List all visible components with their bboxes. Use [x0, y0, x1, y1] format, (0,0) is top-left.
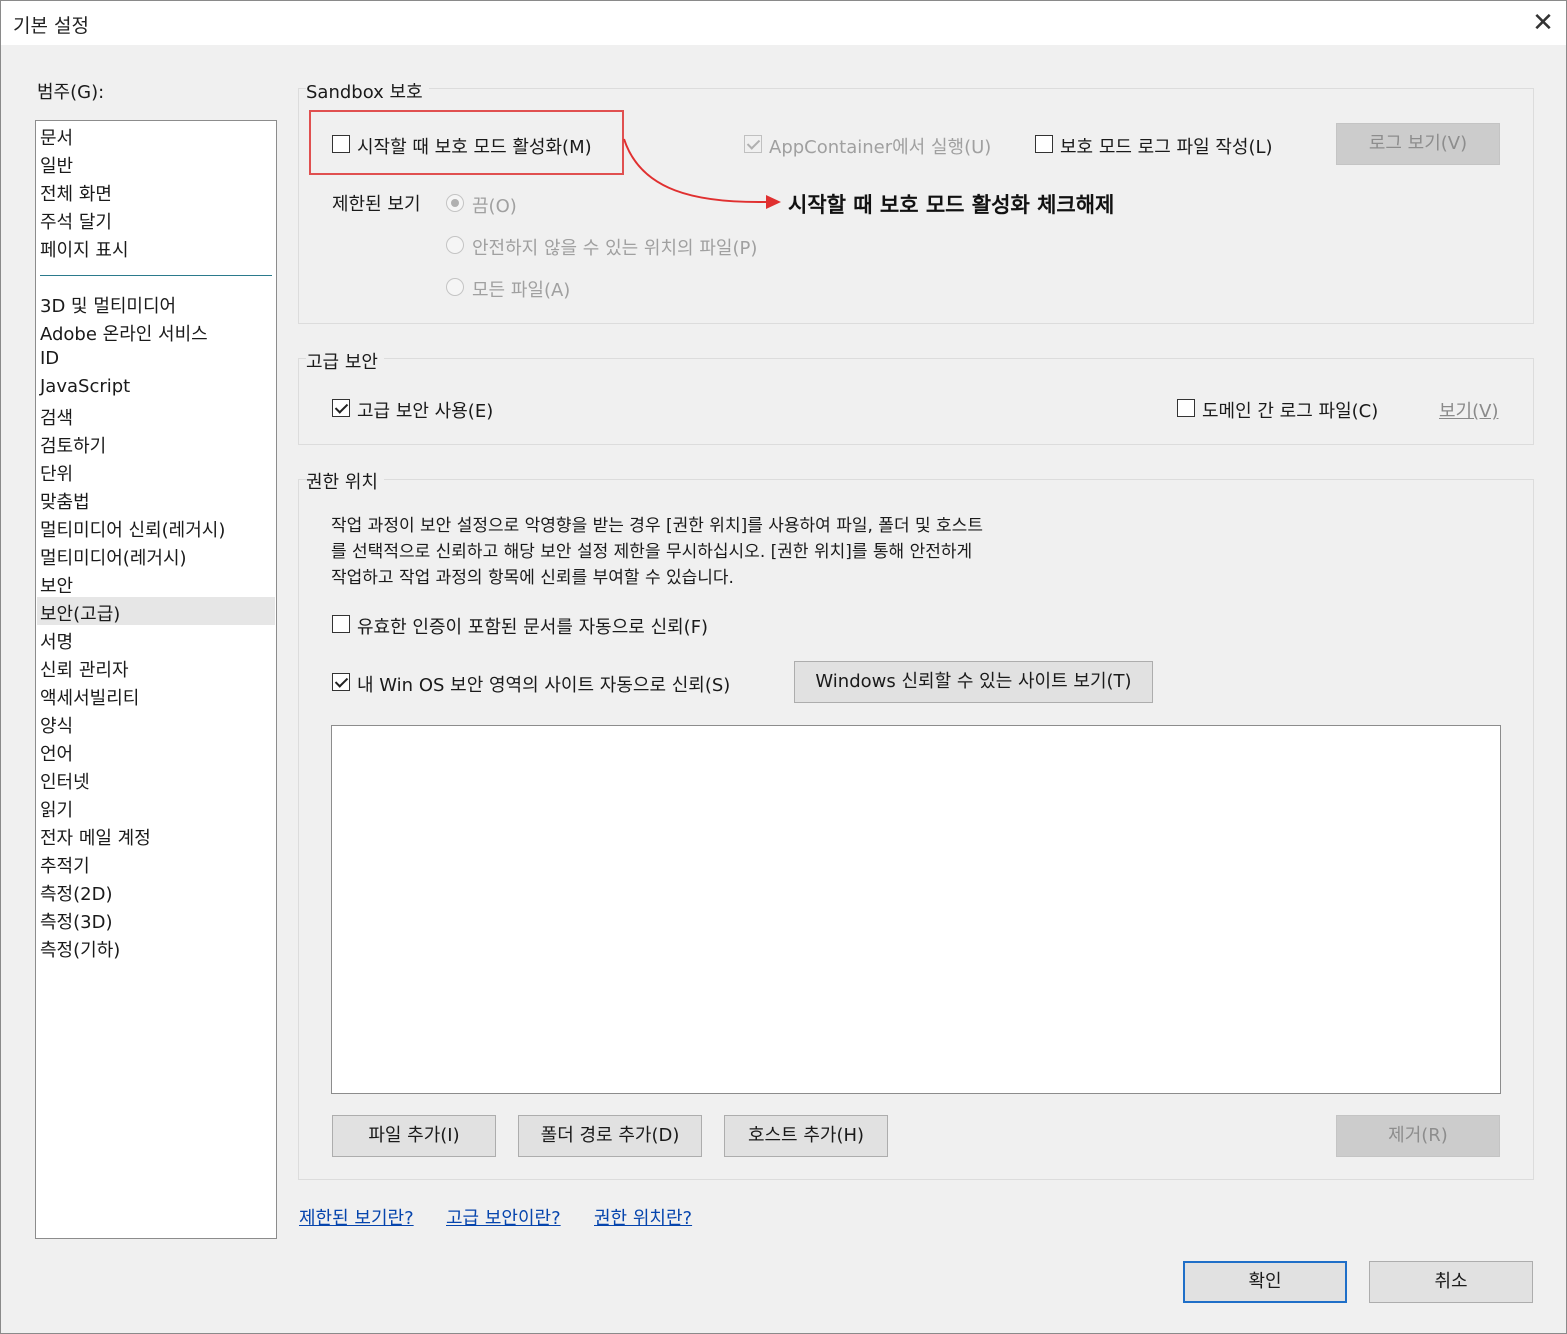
- category-item[interactable]: 검토하기: [40, 432, 106, 458]
- category-item[interactable]: 일반: [40, 152, 73, 178]
- category-separator: [40, 275, 272, 276]
- privileged-locations-title: 권한 위치: [306, 468, 384, 494]
- cross-domain-log-label: 도메인 간 로그 파일(C): [1202, 401, 1379, 422]
- category-item[interactable]: 인터넷: [40, 768, 90, 794]
- radio-unsafe-label: 안전하지 않을 수 있는 위치의 파일(P): [472, 238, 758, 259]
- trust-certified-label: 유효한 인증이 포함된 문서를 자동으로 신뢰(F): [357, 617, 709, 638]
- category-item[interactable]: 멀티미디어 신뢰(레거시): [40, 516, 225, 542]
- category-item[interactable]: 읽기: [40, 796, 73, 822]
- add-folder-path-button[interactable]: 폴더 경로 추가(D): [518, 1115, 702, 1157]
- trust-winos-checkbox[interactable]: [332, 673, 350, 691]
- category-item[interactable]: 액세서빌리티: [40, 684, 139, 710]
- category-item[interactable]: 페이지 표시: [40, 236, 129, 262]
- category-item[interactable]: 단위: [40, 460, 73, 486]
- restricted-view-label: 제한된 보기: [332, 194, 421, 215]
- privileged-description: 작업 과정이 보안 설정으로 악영향을 받는 경우 [권한 위치]를 사용하여 …: [331, 513, 983, 591]
- category-item[interactable]: 검색: [40, 404, 73, 430]
- trust-winos-label: 내 Win OS 보안 영역의 사이트 자동으로 신뢰(S): [357, 675, 731, 696]
- log-file-label: 보호 모드 로그 파일 작성(L): [1060, 137, 1273, 158]
- category-item[interactable]: 측정(3D): [40, 908, 112, 934]
- categories-label: 범주(G):: [37, 82, 105, 103]
- category-item[interactable]: 신뢰 관리자: [40, 656, 129, 682]
- description-line-3: 작업하고 작업 과정의 항목에 신뢰를 부여할 수 있습니다.: [331, 568, 734, 588]
- radio-unsafe-locations[interactable]: [446, 236, 464, 254]
- protected-mode-label: 시작할 때 보호 모드 활성화(M): [357, 137, 592, 158]
- add-host-button[interactable]: 호스트 추가(H): [724, 1115, 888, 1157]
- description-line-2: 를 선택적으로 신뢰하고 해당 보안 설정 제한을 무시하십시오. [권한 위치…: [331, 542, 973, 562]
- cross-domain-log-checkbox[interactable]: [1177, 399, 1195, 417]
- trust-certified-checkbox[interactable]: [332, 615, 350, 633]
- sandbox-group-title: Sandbox 보호: [306, 78, 429, 104]
- category-item[interactable]: 문서: [40, 124, 73, 150]
- title-bar: 기본 설정 ✕: [1, 1, 1566, 45]
- close-icon[interactable]: ✕: [1527, 7, 1559, 39]
- radio-all-files[interactable]: [446, 278, 464, 296]
- appcontainer-label: AppContainer에서 실행(U): [769, 137, 992, 158]
- category-item[interactable]: 보안: [40, 572, 73, 598]
- ok-button[interactable]: 확인: [1183, 1261, 1347, 1303]
- category-item[interactable]: 3D 및 멀티미디어: [40, 292, 176, 318]
- category-item[interactable]: 측정(2D): [40, 880, 112, 906]
- category-item[interactable]: JavaScript: [40, 376, 130, 397]
- category-item[interactable]: Adobe 온라인 서비스: [40, 320, 208, 346]
- advanced-security-title: 고급 보안: [306, 348, 384, 374]
- category-item[interactable]: 언어: [40, 740, 73, 766]
- annotation-arrow: [623, 138, 781, 209]
- enable-advanced-security-checkbox[interactable]: [332, 399, 350, 417]
- enable-advanced-security-label: 고급 보안 사용(E): [357, 401, 494, 422]
- category-list[interactable]: 문서 일반 전체 화면 주석 달기 페이지 표시 3D 및 멀티미디어 Adobe 온라인 …: [35, 120, 277, 1239]
- advanced-security-help-link[interactable]: 고급 보안이란?: [446, 1204, 561, 1230]
- protected-mode-checkbox[interactable]: [332, 135, 350, 153]
- window-title: 기본 설정: [13, 15, 89, 37]
- description-line-1: 작업 과정이 보안 설정으로 악영향을 받는 경우 [권한 위치]를 사용하여 …: [331, 516, 983, 536]
- cancel-button[interactable]: 취소: [1369, 1261, 1533, 1303]
- view-windows-trusted-sites-button[interactable]: Windows 신뢰할 수 있는 사이트 보기(T): [794, 661, 1153, 703]
- restricted-view-help-link[interactable]: 제한된 보기란?: [299, 1204, 414, 1230]
- advanced-view-link[interactable]: 보기(V): [1439, 397, 1498, 423]
- privileged-locations-help-link[interactable]: 권한 위치란?: [594, 1204, 692, 1230]
- category-item[interactable]: 주석 달기: [40, 208, 112, 234]
- category-item[interactable]: 추적기: [40, 852, 90, 878]
- category-item[interactable]: 측정(기하): [40, 936, 120, 962]
- category-item[interactable]: 양식: [40, 712, 73, 738]
- remove-button[interactable]: 제거(R): [1336, 1115, 1500, 1157]
- category-item[interactable]: 보안(고급): [40, 600, 120, 626]
- radio-off[interactable]: [446, 194, 464, 212]
- category-item[interactable]: 맞춤법: [40, 488, 90, 514]
- category-item[interactable]: ID: [40, 348, 59, 369]
- category-item[interactable]: 멀티미디어(레거시): [40, 544, 187, 570]
- category-item[interactable]: 전자 메일 계정: [40, 824, 151, 850]
- radio-off-label: 끔(O): [472, 196, 517, 217]
- privileged-locations-list[interactable]: [331, 725, 1501, 1094]
- add-file-button[interactable]: 파일 추가(I): [332, 1115, 496, 1157]
- category-item[interactable]: 전체 화면: [40, 180, 112, 206]
- view-log-button[interactable]: 로그 보기(V): [1336, 123, 1500, 165]
- log-file-checkbox[interactable]: [1035, 135, 1053, 153]
- category-item[interactable]: 서명: [40, 628, 73, 654]
- radio-all-label: 모든 파일(A): [472, 280, 571, 301]
- annotation-text: 시작할 때 보호 모드 활성화 체크해제: [788, 193, 1115, 217]
- preferences-dialog: 기본 설정 ✕ 범주(G): 문서 일반 전체 화면 주석 달기 페이지 표시 3D 및 …: [0, 0, 1567, 1334]
